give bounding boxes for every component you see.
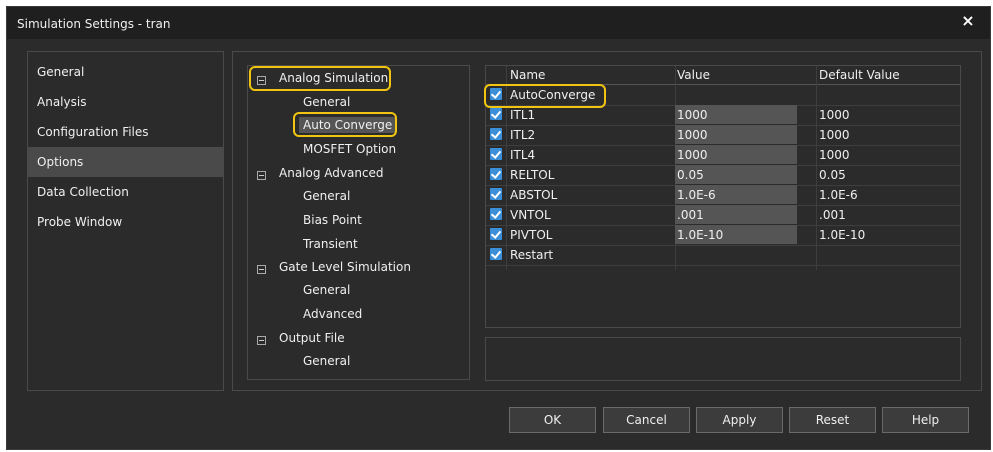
tree-item-general[interactable]: General (303, 189, 350, 203)
options-tree: Analog Simulation General Auto Converge … (247, 65, 470, 380)
value-field[interactable]: 1000 (675, 105, 797, 124)
value-field[interactable]: 1.0E-10 (675, 225, 797, 244)
checkbox[interactable] (490, 188, 502, 200)
table-row[interactable]: ABSTOL 1.0E-6 1.0E-6 (486, 185, 960, 206)
left-nav-panel: General Analysis Configuration Files Opt… (27, 51, 224, 391)
row-name: VNTOL (510, 208, 551, 222)
nav-item-options[interactable]: Options (28, 147, 223, 177)
checkbox[interactable] (490, 148, 502, 160)
row-name: PIVTOL (510, 228, 553, 242)
tree-item-general[interactable]: General (303, 283, 350, 297)
table-row[interactable]: ITL2 1000 1000 (486, 125, 960, 146)
collapse-icon[interactable] (257, 265, 266, 274)
value-field[interactable]: 0.05 (675, 165, 797, 184)
tree-group-output-file[interactable]: Output File (279, 331, 345, 345)
default-value: 1000 (819, 128, 850, 142)
description-panel (485, 337, 961, 381)
tree-group-gate-level-simulation[interactable]: Gate Level Simulation (279, 260, 411, 274)
table-row[interactable]: RELTOL 0.05 0.05 (486, 165, 960, 186)
row-name: ITL4 (510, 148, 536, 162)
checkbox[interactable] (490, 228, 502, 240)
tree-item-advanced[interactable]: Advanced (303, 307, 362, 321)
ok-button[interactable]: OK (509, 407, 596, 433)
default-value: .001 (819, 208, 846, 222)
tree-group-analog-advanced[interactable]: Analog Advanced (279, 166, 384, 180)
reset-button[interactable]: Reset (789, 407, 876, 433)
default-value: 1000 (819, 108, 850, 122)
cancel-button[interactable]: Cancel (603, 407, 690, 433)
highlight-box (249, 66, 391, 91)
close-icon[interactable]: × (960, 11, 976, 30)
tree-item-transient[interactable]: Transient (303, 237, 358, 251)
column-header-name[interactable]: Name (510, 68, 545, 82)
column-header-value[interactable]: Value (677, 68, 710, 82)
row-name: Restart (510, 248, 554, 262)
value-field[interactable]: 1000 (675, 125, 797, 144)
window-title: Simulation Settings - tran (17, 17, 171, 31)
highlight-box (484, 84, 606, 108)
highlight-box (293, 112, 397, 137)
nav-item-probe-window[interactable]: Probe Window (28, 207, 223, 237)
checkbox[interactable] (490, 208, 502, 220)
checkbox[interactable] (490, 108, 502, 120)
column-header-default[interactable]: Default Value (819, 68, 900, 82)
grid-header: Name Value Default Value (486, 66, 960, 85)
checkbox[interactable] (490, 128, 502, 140)
apply-button[interactable]: Apply (696, 407, 783, 433)
tree-item-mosfet-option[interactable]: MOSFET Option (303, 142, 396, 156)
collapse-icon[interactable] (257, 336, 266, 345)
row-name: RELTOL (510, 168, 555, 182)
value-field[interactable]: .001 (675, 205, 797, 224)
default-value: 1000 (819, 148, 850, 162)
default-value: 1.0E-10 (819, 228, 866, 242)
help-button[interactable]: Help (882, 407, 969, 433)
tree-item-general[interactable]: General (303, 354, 350, 368)
nav-item-configuration-files[interactable]: Configuration Files (28, 117, 223, 147)
settings-grid: Name Value Default Value AutoConverge IT… (484, 65, 961, 328)
table-row[interactable]: PIVTOL 1.0E-10 1.0E-10 (486, 225, 960, 246)
tree-item-general[interactable]: General (303, 95, 350, 109)
table-row[interactable]: ITL1 1000 1000 (486, 105, 960, 126)
value-field[interactable]: 1.0E-6 (675, 185, 797, 204)
value-field[interactable]: 1000 (675, 145, 797, 164)
row-name: ITL2 (510, 128, 536, 142)
default-value: 1.0E-6 (819, 188, 858, 202)
table-row[interactable]: VNTOL .001 .001 (486, 205, 960, 226)
nav-item-general[interactable]: General (28, 57, 223, 87)
checkbox[interactable] (490, 168, 502, 180)
checkbox[interactable] (490, 248, 502, 260)
table-row[interactable]: Restart (486, 245, 960, 266)
row-name: ABSTOL (510, 188, 558, 202)
row-name: ITL1 (510, 108, 536, 122)
simulation-settings-dialog: Simulation Settings - tran × General Ana… (6, 6, 991, 450)
nav-item-analysis[interactable]: Analysis (28, 87, 223, 117)
table-row[interactable]: ITL4 1000 1000 (486, 145, 960, 166)
collapse-icon[interactable] (257, 171, 266, 180)
default-value: 0.05 (819, 168, 846, 182)
nav-item-data-collection[interactable]: Data Collection (28, 177, 223, 207)
tree-item-bias-point[interactable]: Bias Point (303, 213, 362, 227)
title-bar: Simulation Settings - tran × (7, 7, 990, 39)
